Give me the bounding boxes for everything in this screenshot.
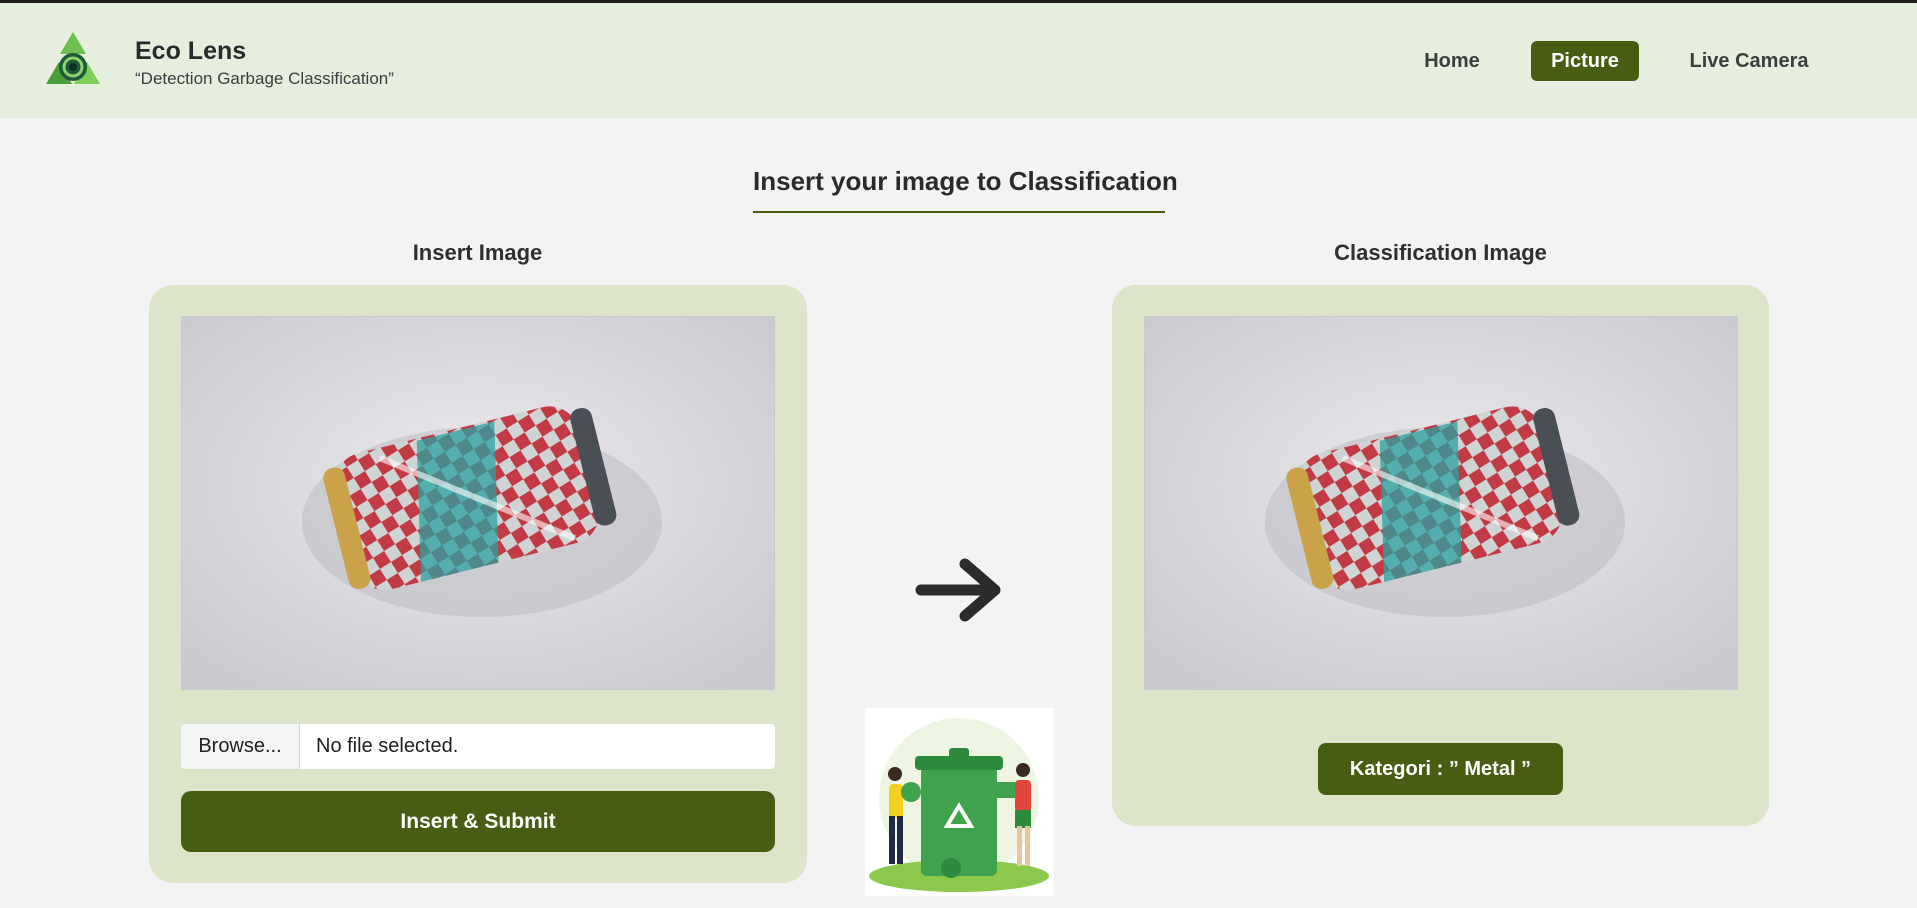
recycle-logo-icon	[42, 29, 104, 91]
page-title: Insert your image to Classification	[753, 166, 1178, 196]
nav-home-link[interactable]: Home	[1408, 41, 1496, 81]
app-header: Eco Lens “Detection Garbage Classificati…	[0, 3, 1917, 118]
app-title: Eco Lens	[135, 37, 247, 65]
classification-image-title: Classification Image	[1334, 240, 1547, 265]
file-status-text: No file selected.	[316, 735, 459, 757]
classification-result-badge: Kategori : ” Metal ”	[1318, 743, 1563, 795]
nav-live-camera-link[interactable]: Live Camera	[1678, 41, 1820, 81]
insert-submit-button[interactable]: Insert & Submit	[181, 791, 775, 852]
uploaded-image-preview	[181, 316, 775, 690]
nav-picture-link[interactable]: Picture	[1531, 41, 1639, 81]
app-subtitle: “Detection Garbage Classification”	[135, 69, 394, 88]
arrow-right-icon	[915, 556, 1005, 624]
classified-image-preview	[1144, 316, 1738, 690]
recycling-bin-illustration	[865, 708, 1053, 896]
title-underline	[753, 211, 1165, 213]
browse-button[interactable]: Browse...	[181, 724, 300, 769]
file-input[interactable]: Browse... No file selected.	[181, 724, 775, 769]
insert-image-title: Insert Image	[412, 240, 543, 265]
